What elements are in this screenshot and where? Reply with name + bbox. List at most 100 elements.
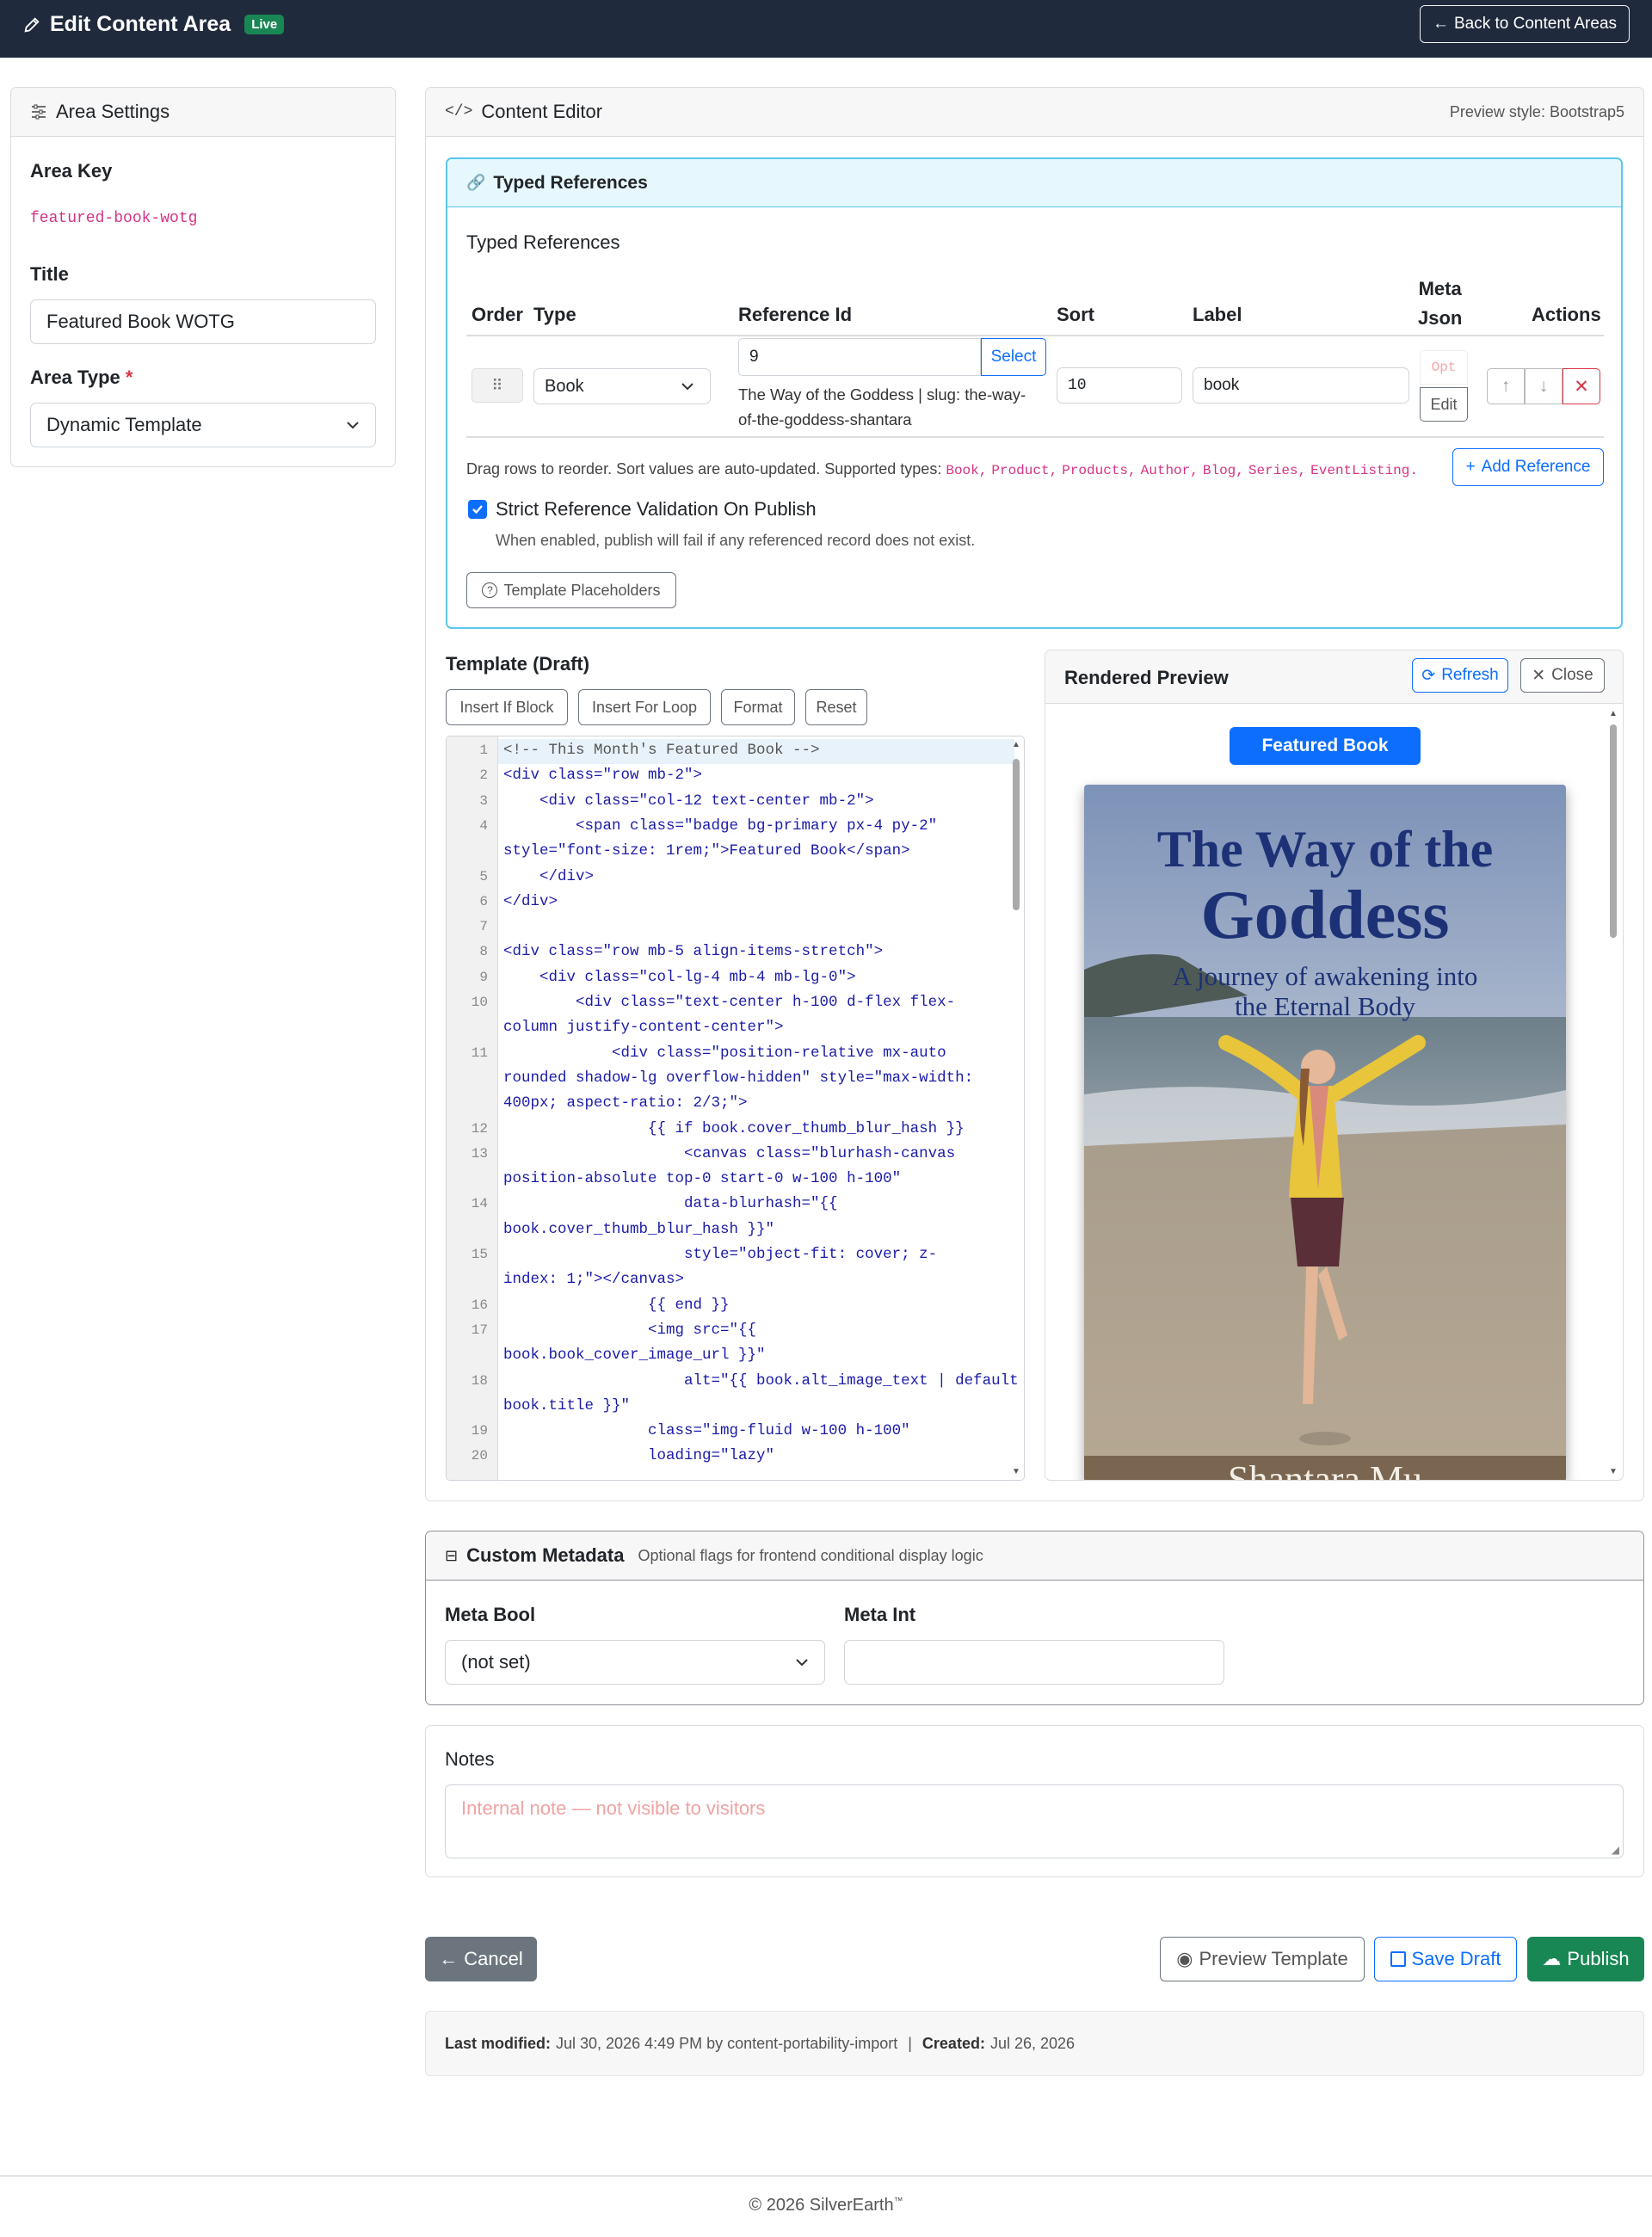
code-line: 400px; aspect-ratio: 2/3;"> — [503, 1094, 748, 1112]
format-button[interactable]: Format — [721, 689, 795, 725]
label-input[interactable]: book — [1193, 367, 1409, 404]
move-up-button[interactable]: ↑ — [1487, 368, 1525, 404]
code-line: alt="{{ book.alt_image_text | default — [503, 1371, 1019, 1390]
notes-card: Notes Internal note — not visible to vis… — [425, 1725, 1644, 1877]
insert-if-block-button[interactable]: Insert If Block — [446, 689, 568, 725]
save-draft-label: Save Draft — [1411, 1948, 1501, 1969]
top-bar: Edit Content Area Live ← Back to Content… — [0, 0, 1652, 58]
custom-metadata-card: ⊟ Custom Metadata Optional flags for fro… — [425, 1531, 1644, 1705]
select-reference-button[interactable]: Select — [981, 338, 1046, 376]
publish-button[interactable]: ☁ Publish — [1527, 1937, 1644, 1981]
notes-placeholder: Internal note — not visible to visitors — [461, 1797, 766, 1819]
scroll-up-arrow[interactable]: ▲ — [1609, 709, 1618, 718]
help-text: Drag rows to reorder. Sort values are au… — [466, 460, 942, 478]
meta-bool-value: (not set) — [461, 1651, 531, 1673]
supported-type: Book, — [946, 463, 988, 478]
code-line: column justify-content-center"> — [503, 1019, 784, 1037]
typed-references-panel-title: Typed References — [493, 172, 648, 193]
editor-scroll-thumb[interactable] — [1013, 759, 1020, 910]
drag-handle[interactable]: ⠿ — [472, 368, 523, 403]
sort-value: 10 — [1068, 377, 1087, 394]
meta-int-input[interactable] — [844, 1640, 1224, 1685]
add-reference-button[interactable]: + Add Reference — [1452, 448, 1604, 486]
code-line: <div class="text-center h-100 d-flex fle… — [503, 994, 956, 1011]
code-line: <img src="{{ — [503, 1321, 757, 1339]
editor-scrollbar[interactable]: ▲ ▼ — [1010, 736, 1022, 1480]
area-settings-header: Area Settings — [11, 88, 395, 137]
rendered-preview-header: Rendered Preview ⟳ Refresh ✕ Close — [1045, 650, 1623, 704]
code-line: {{ end }} — [503, 1296, 730, 1314]
line-number: 1 — [479, 743, 488, 758]
line-number: 18 — [471, 1372, 488, 1389]
code-line: <span class="badge bg-primary px-4 py-2" — [503, 817, 938, 835]
line-number: 15 — [471, 1247, 488, 1262]
last-modified-value: Jul 30, 2026 4:49 PM by content-portabil… — [556, 2034, 898, 2052]
refresh-preview-button[interactable]: ⟳ Refresh — [1412, 658, 1508, 693]
code-line: book.cover_thumb_blur_hash }}" — [503, 1220, 775, 1238]
edit-meta-json-button[interactable]: Edit — [1420, 387, 1468, 422]
back-button-label: Back to Content Areas — [1453, 15, 1618, 33]
pencil-icon — [24, 16, 40, 33]
meta-int-label: Meta Int — [844, 1604, 916, 1625]
preview-scrollbar[interactable]: ▲ ▼ — [1607, 707, 1619, 1478]
remove-reference-button[interactable]: ✕ — [1563, 368, 1600, 404]
area-key-label: Area Key — [30, 160, 113, 182]
scroll-down-arrow[interactable]: ▼ — [1012, 1467, 1020, 1476]
resize-handle-icon: ◢ — [1611, 1844, 1619, 1856]
line-number: 6 — [479, 893, 488, 909]
preview-scroll-thumb[interactable] — [1610, 724, 1617, 938]
code-line: index: 1;"></canvas> — [503, 1271, 685, 1289]
save-draft-button[interactable]: Save Draft — [1374, 1937, 1517, 1981]
table-header-divider — [466, 335, 1604, 336]
area-type-label: Area Type * — [30, 367, 133, 389]
line-number: 4 — [479, 817, 488, 834]
code-line: <div class="col-lg-4 mb-4 mb-lg-0"> — [503, 968, 856, 986]
code-line: rounded shadow-lg overflow-hidden" style… — [503, 1069, 974, 1087]
cancel-button[interactable]: ← Cancel — [425, 1937, 537, 1981]
insert-for-loop-button[interactable]: Insert For Loop — [578, 689, 711, 725]
strict-validation-label[interactable]: Strict Reference Validation On Publish — [496, 498, 817, 521]
cancel-label: Cancel — [464, 1948, 523, 1969]
strict-validation-checkbox[interactable] — [468, 500, 487, 519]
reset-button[interactable]: Reset — [805, 689, 867, 725]
code-line: loading="lazy" — [503, 1447, 775, 1465]
sort-input[interactable]: 10 — [1057, 367, 1182, 404]
preview-template-label: Preview Template — [1199, 1948, 1348, 1969]
meta-json-input[interactable]: Opt — [1420, 350, 1468, 385]
page-title-text: Edit Content Area — [50, 12, 231, 36]
preview-template-button[interactable]: ◉ Preview Template — [1160, 1937, 1365, 1981]
notes-label: Notes — [445, 1748, 495, 1770]
scroll-down-arrow[interactable]: ▼ — [1609, 1467, 1618, 1476]
code-line: data-blurhash="{{ — [503, 1195, 838, 1213]
code-line: book.title }}" — [503, 1396, 631, 1414]
cover-author: Shantara Mu — [1228, 1458, 1422, 1481]
cloud-upload-icon: ☁ — [1542, 1948, 1562, 1969]
template-code-editor[interactable]: 1 <!-- This Month's Featured Book --> 2 <di… — [446, 736, 1025, 1481]
typed-references-panel-header: 🔗 Typed References — [447, 159, 1621, 207]
back-to-content-areas-button[interactable]: ← Back to Content Areas — [1420, 5, 1630, 43]
line-number: 10 — [471, 995, 488, 1010]
meta-bool-select[interactable]: (not set) — [445, 1640, 825, 1685]
meta-separator: | — [908, 2034, 912, 2052]
scroll-up-arrow[interactable]: ▲ — [1012, 740, 1020, 749]
title-input[interactable]: Featured Book WOTG — [30, 299, 376, 344]
reference-id-input[interactable]: 9 — [738, 338, 981, 376]
line-number: 3 — [479, 792, 488, 809]
area-type-label-text: Area Type — [30, 367, 120, 388]
modification-info-bar: Last modified: Jul 30, 2026 4:49 PM by c… — [425, 2011, 1644, 2076]
close-preview-button[interactable]: ✕ Close — [1520, 658, 1605, 693]
code-line: <div class="position-relative mx-auto — [503, 1044, 946, 1062]
chevron-down-icon — [796, 1659, 808, 1667]
column-reference-id: Reference Id — [738, 304, 853, 325]
template-placeholders-button[interactable]: ? Template Placeholders — [466, 572, 676, 608]
line-number: 9 — [479, 969, 488, 985]
title-input-value: Featured Book WOTG — [46, 311, 235, 332]
move-down-button[interactable]: ↓ — [1525, 368, 1563, 404]
sliders-icon — [32, 104, 46, 120]
notes-textarea[interactable]: Internal note — not visible to visitors … — [445, 1784, 1624, 1858]
custom-metadata-header: ⊟ Custom Metadata Optional flags for fro… — [426, 1531, 1643, 1581]
code-icon: </> — [445, 103, 473, 120]
area-type-select[interactable]: Dynamic Template — [30, 403, 376, 447]
reference-type-select[interactable]: Book — [533, 368, 711, 404]
reference-type-value: Book — [545, 376, 584, 396]
